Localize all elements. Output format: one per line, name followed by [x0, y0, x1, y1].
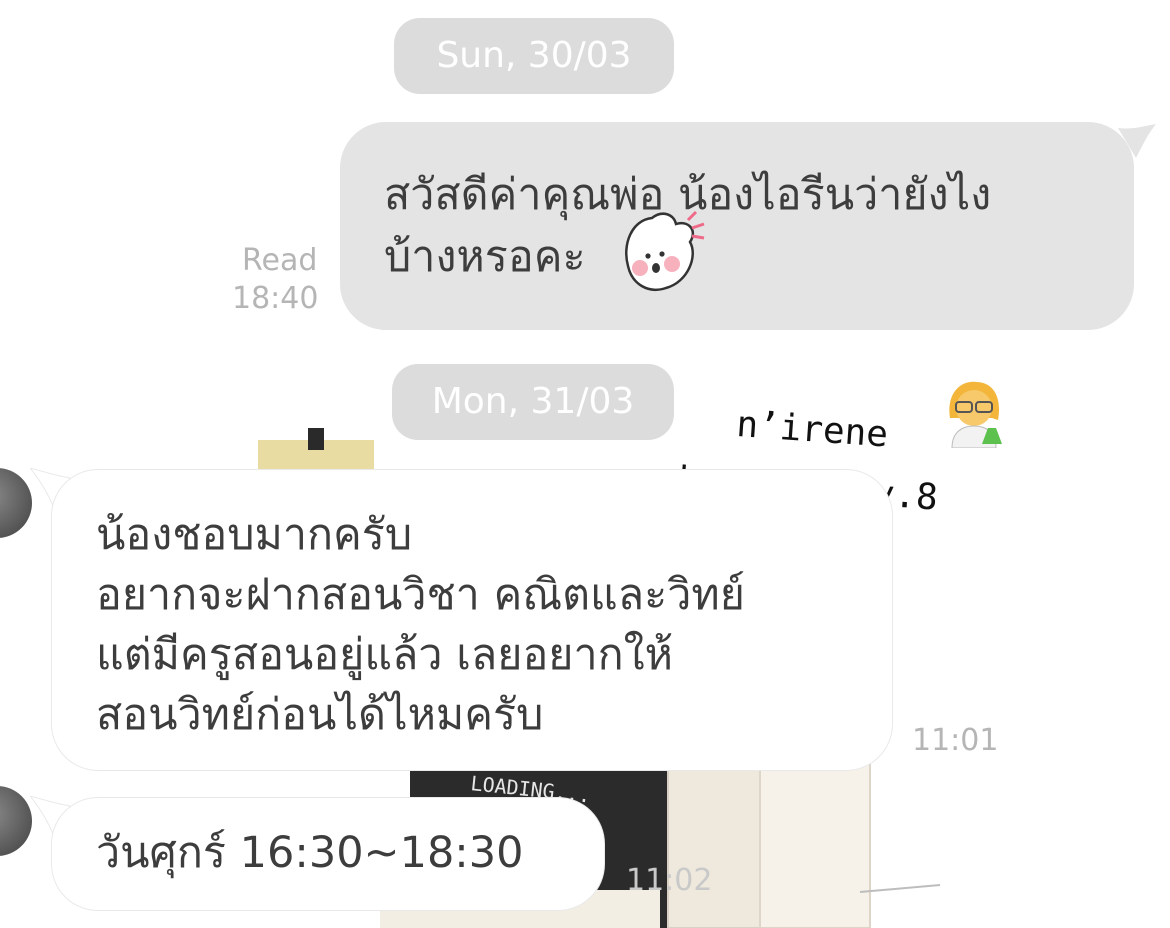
- date-separator: Mon, 31/03: [392, 364, 674, 440]
- incoming-message-bubble[interactable]: วันศุกร์ 16:30~18:30: [52, 798, 604, 910]
- message-text-line: น้องชอบมากครับ: [96, 510, 413, 560]
- read-status: Read: [242, 243, 318, 278]
- message-time: 11:02: [626, 863, 713, 898]
- bubble-tail: [1118, 124, 1156, 158]
- message-text-line: อยากจะฝากสอนวิชา คณิตและวิทย์: [96, 570, 745, 620]
- date-separator: Sun, 30/03: [394, 18, 674, 94]
- bunny-sticker-icon: [625, 210, 705, 291]
- message-text-line: แต่มีครูสอนอยู่แล้ว เลยอยากให้: [96, 630, 673, 680]
- message-text-line: สอนวิทย์ก่อนได้ไหมครับ: [96, 690, 544, 740]
- message-time: 18:40: [232, 281, 319, 316]
- message-time: 11:01: [912, 723, 999, 758]
- woman-scientist-icon: [949, 381, 1002, 448]
- incoming-message-bubble[interactable]: น้องชอบมากครับ อยากจะฝากสอนวิชา คณิตและว…: [52, 470, 892, 770]
- outgoing-message-bubble[interactable]: สวัสดีค่าคุณพ่อ น้องไอรีนว่ายังไง บ้างหร…: [340, 122, 1134, 330]
- message-text-line: บ้างหรอคะ: [384, 232, 586, 282]
- message-text: วันศุกร์ 16:30~18:30: [96, 828, 524, 878]
